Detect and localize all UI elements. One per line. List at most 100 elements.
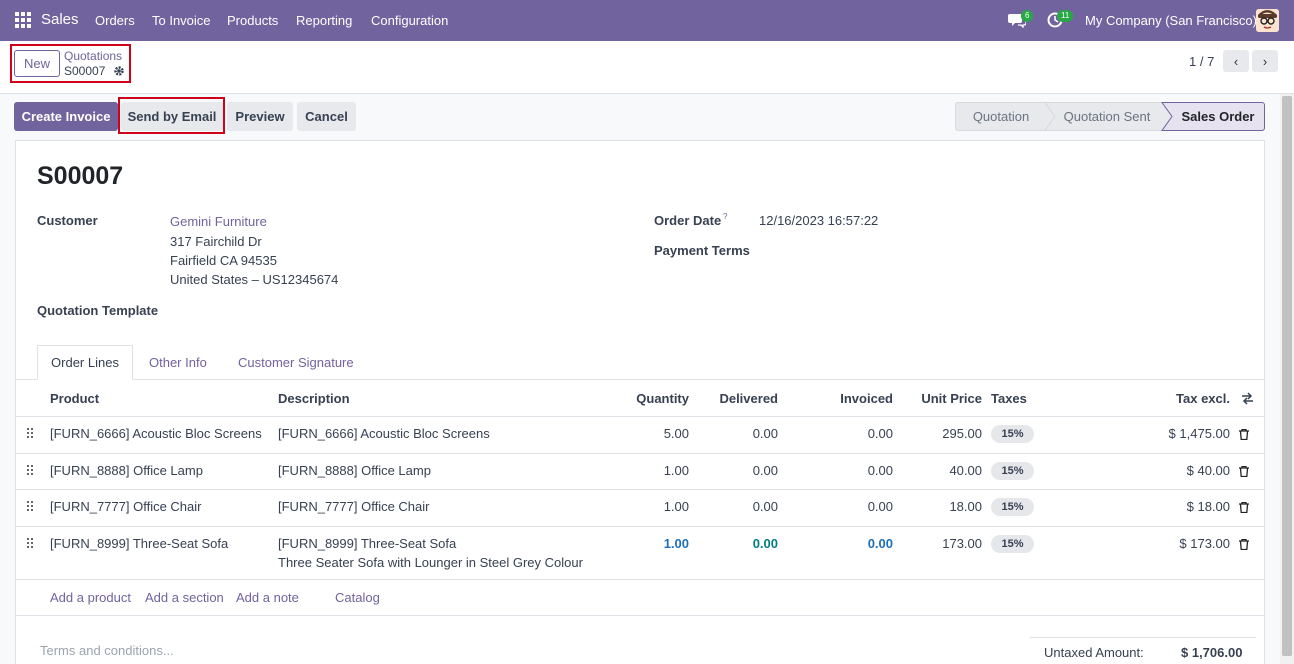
tax-badge[interactable]: 15% — [991, 535, 1034, 553]
tax-badge[interactable]: 15% — [991, 425, 1034, 443]
row-subtotal: $ 173.00 — [1179, 536, 1230, 551]
col-tax-excl[interactable]: Tax excl. — [1130, 391, 1230, 406]
untaxed-amount-value: $ 1,706.00 — [1181, 645, 1243, 660]
pager-value[interactable]: 1 / 7 — [1189, 54, 1214, 69]
create-invoice-button[interactable]: Create Invoice — [14, 102, 118, 131]
activity-count-badge: 11 — [1057, 10, 1074, 22]
col-product[interactable]: Product — [50, 391, 99, 406]
customer-address-line1: 317 Fairchild Dr — [170, 234, 262, 249]
customer-address-line3: United States – US12345674 — [170, 272, 339, 287]
row-unit-price[interactable]: 40.00 — [900, 463, 982, 478]
breadcrumb-current: S00007 — [64, 64, 106, 78]
row-quantity[interactable]: 1.00 — [610, 536, 689, 551]
row-delivered: 0.00 — [752, 499, 778, 514]
row-product[interactable]: [FURN_6666] Acoustic Bloc Screens — [50, 426, 262, 441]
customer-label: Customer — [37, 213, 98, 228]
terms-conditions-input[interactable]: Terms and conditions... — [40, 643, 174, 658]
row-quantity[interactable]: 1.00 — [610, 463, 689, 478]
menu-orders[interactable]: Orders — [95, 13, 135, 28]
col-invoiced[interactable]: Invoiced — [800, 391, 893, 406]
row-divider — [15, 453, 1265, 454]
untaxed-amount-label: Untaxed Amount: — [1044, 645, 1144, 660]
row-divider — [15, 489, 1265, 490]
row-delivered: 0.00 — [752, 426, 778, 441]
row-quantity[interactable]: 5.00 — [610, 426, 689, 441]
preview-button[interactable]: Preview — [227, 102, 293, 131]
status-quotation-sent[interactable]: Quotation Sent — [1055, 102, 1159, 131]
tab-customer-signature[interactable]: Customer Signature — [238, 355, 354, 370]
status-quotation[interactable]: Quotation — [955, 102, 1047, 131]
add-product-link[interactable]: Add a product — [50, 590, 131, 605]
drag-handle-icon[interactable] — [27, 538, 35, 550]
catalog-link[interactable]: Catalog — [335, 590, 380, 605]
menu-configuration[interactable]: Configuration — [371, 13, 448, 28]
row-description[interactable]: [FURN_8888] Office Lamp — [278, 463, 431, 478]
highlight-box-send-email — [118, 97, 225, 134]
tab-other-info[interactable]: Other Info — [149, 355, 207, 370]
row-unit-price[interactable]: 173.00 — [900, 536, 982, 551]
trash-icon[interactable] — [1239, 502, 1249, 513]
row-subtotal: $ 18.00 — [1186, 499, 1230, 514]
customer-link[interactable]: Gemini Furniture — [170, 214, 267, 229]
tabs-divider — [15, 379, 1265, 380]
row-description[interactable]: [FURN_8999] Three-Seat Sofa — [278, 536, 456, 551]
row-divider — [15, 579, 1265, 580]
order-date-value[interactable]: 12/16/2023 16:57:22 — [759, 213, 878, 228]
chat-count-badge: 6 — [1021, 10, 1034, 22]
control-panel — [0, 41, 1294, 94]
new-button[interactable]: New — [14, 50, 60, 77]
row-product[interactable]: [FURN_8999] Three-Seat Sofa — [50, 536, 228, 551]
order-date-label: Order Date — [654, 213, 722, 228]
col-delivered[interactable]: Delivered — [700, 391, 778, 406]
row-description[interactable]: [FURN_7777] Office Chair — [278, 499, 430, 514]
app-name[interactable]: Sales — [41, 11, 79, 28]
chevron-right-icon: › — [1262, 53, 1268, 69]
pager-next-button[interactable]: › — [1252, 50, 1278, 72]
status-sales-order[interactable]: Sales Order — [1172, 102, 1264, 131]
help-tooltip-icon[interactable]: ? — [723, 212, 727, 221]
trash-icon[interactable] — [1239, 539, 1249, 550]
trash-icon[interactable] — [1239, 466, 1249, 477]
col-quantity[interactable]: Quantity — [610, 391, 689, 406]
totals-divider — [1030, 637, 1256, 638]
drag-handle-icon[interactable] — [27, 465, 35, 477]
tab-order-lines[interactable]: Order Lines — [37, 345, 133, 380]
row-unit-price[interactable]: 295.00 — [900, 426, 982, 441]
row-invoiced: 0.00 — [867, 536, 893, 551]
menu-to-invoice[interactable]: To Invoice — [152, 13, 211, 28]
row-product[interactable]: [FURN_7777] Office Chair — [50, 499, 202, 514]
breadcrumb-quotations[interactable]: Quotations — [64, 49, 122, 63]
trash-icon[interactable] — [1239, 429, 1249, 440]
gear-icon[interactable] — [113, 65, 125, 77]
row-quantity[interactable]: 1.00 — [610, 499, 689, 514]
drag-handle-icon[interactable] — [27, 501, 35, 513]
add-section-link[interactable]: Add a section — [145, 590, 224, 605]
optional-columns-toggle-icon[interactable] — [1241, 392, 1254, 405]
tax-badge[interactable]: 15% — [991, 462, 1034, 480]
tax-badge[interactable]: 15% — [991, 498, 1034, 516]
row-product[interactable]: [FURN_8888] Office Lamp — [50, 463, 203, 478]
table-header-divider — [15, 416, 1265, 417]
tab-order-lines-label: Order Lines — [51, 355, 119, 370]
col-taxes[interactable]: Taxes — [991, 391, 1027, 406]
scrollbar-thumb[interactable] — [1282, 96, 1292, 656]
apps-menu-icon[interactable] — [15, 12, 31, 28]
company-switcher[interactable]: My Company (San Francisco) — [1085, 13, 1257, 28]
user-avatar[interactable] — [1256, 9, 1279, 32]
top-navbar: Sales Orders To Invoice Products Reporti… — [0, 0, 1294, 41]
row-invoiced: 0.00 — [867, 426, 893, 441]
row-invoiced: 0.00 — [867, 499, 893, 514]
row-unit-price[interactable]: 18.00 — [900, 499, 982, 514]
add-note-link[interactable]: Add a note — [236, 590, 299, 605]
cancel-button[interactable]: Cancel — [297, 102, 356, 131]
menu-products[interactable]: Products — [227, 13, 278, 28]
col-description[interactable]: Description — [278, 391, 350, 406]
row-description[interactable]: [FURN_6666] Acoustic Bloc Screens — [278, 426, 490, 441]
row-description-line2[interactable]: Three Seater Sofa with Lounger in Steel … — [278, 555, 583, 570]
pager-previous-button[interactable]: ‹ — [1223, 50, 1249, 72]
menu-reporting[interactable]: Reporting — [296, 13, 352, 28]
col-unit-price[interactable]: Unit Price — [900, 391, 982, 406]
customer-address-line2: Fairfield CA 94535 — [170, 253, 277, 268]
row-subtotal: $ 40.00 — [1186, 463, 1230, 478]
drag-handle-icon[interactable] — [27, 428, 35, 440]
